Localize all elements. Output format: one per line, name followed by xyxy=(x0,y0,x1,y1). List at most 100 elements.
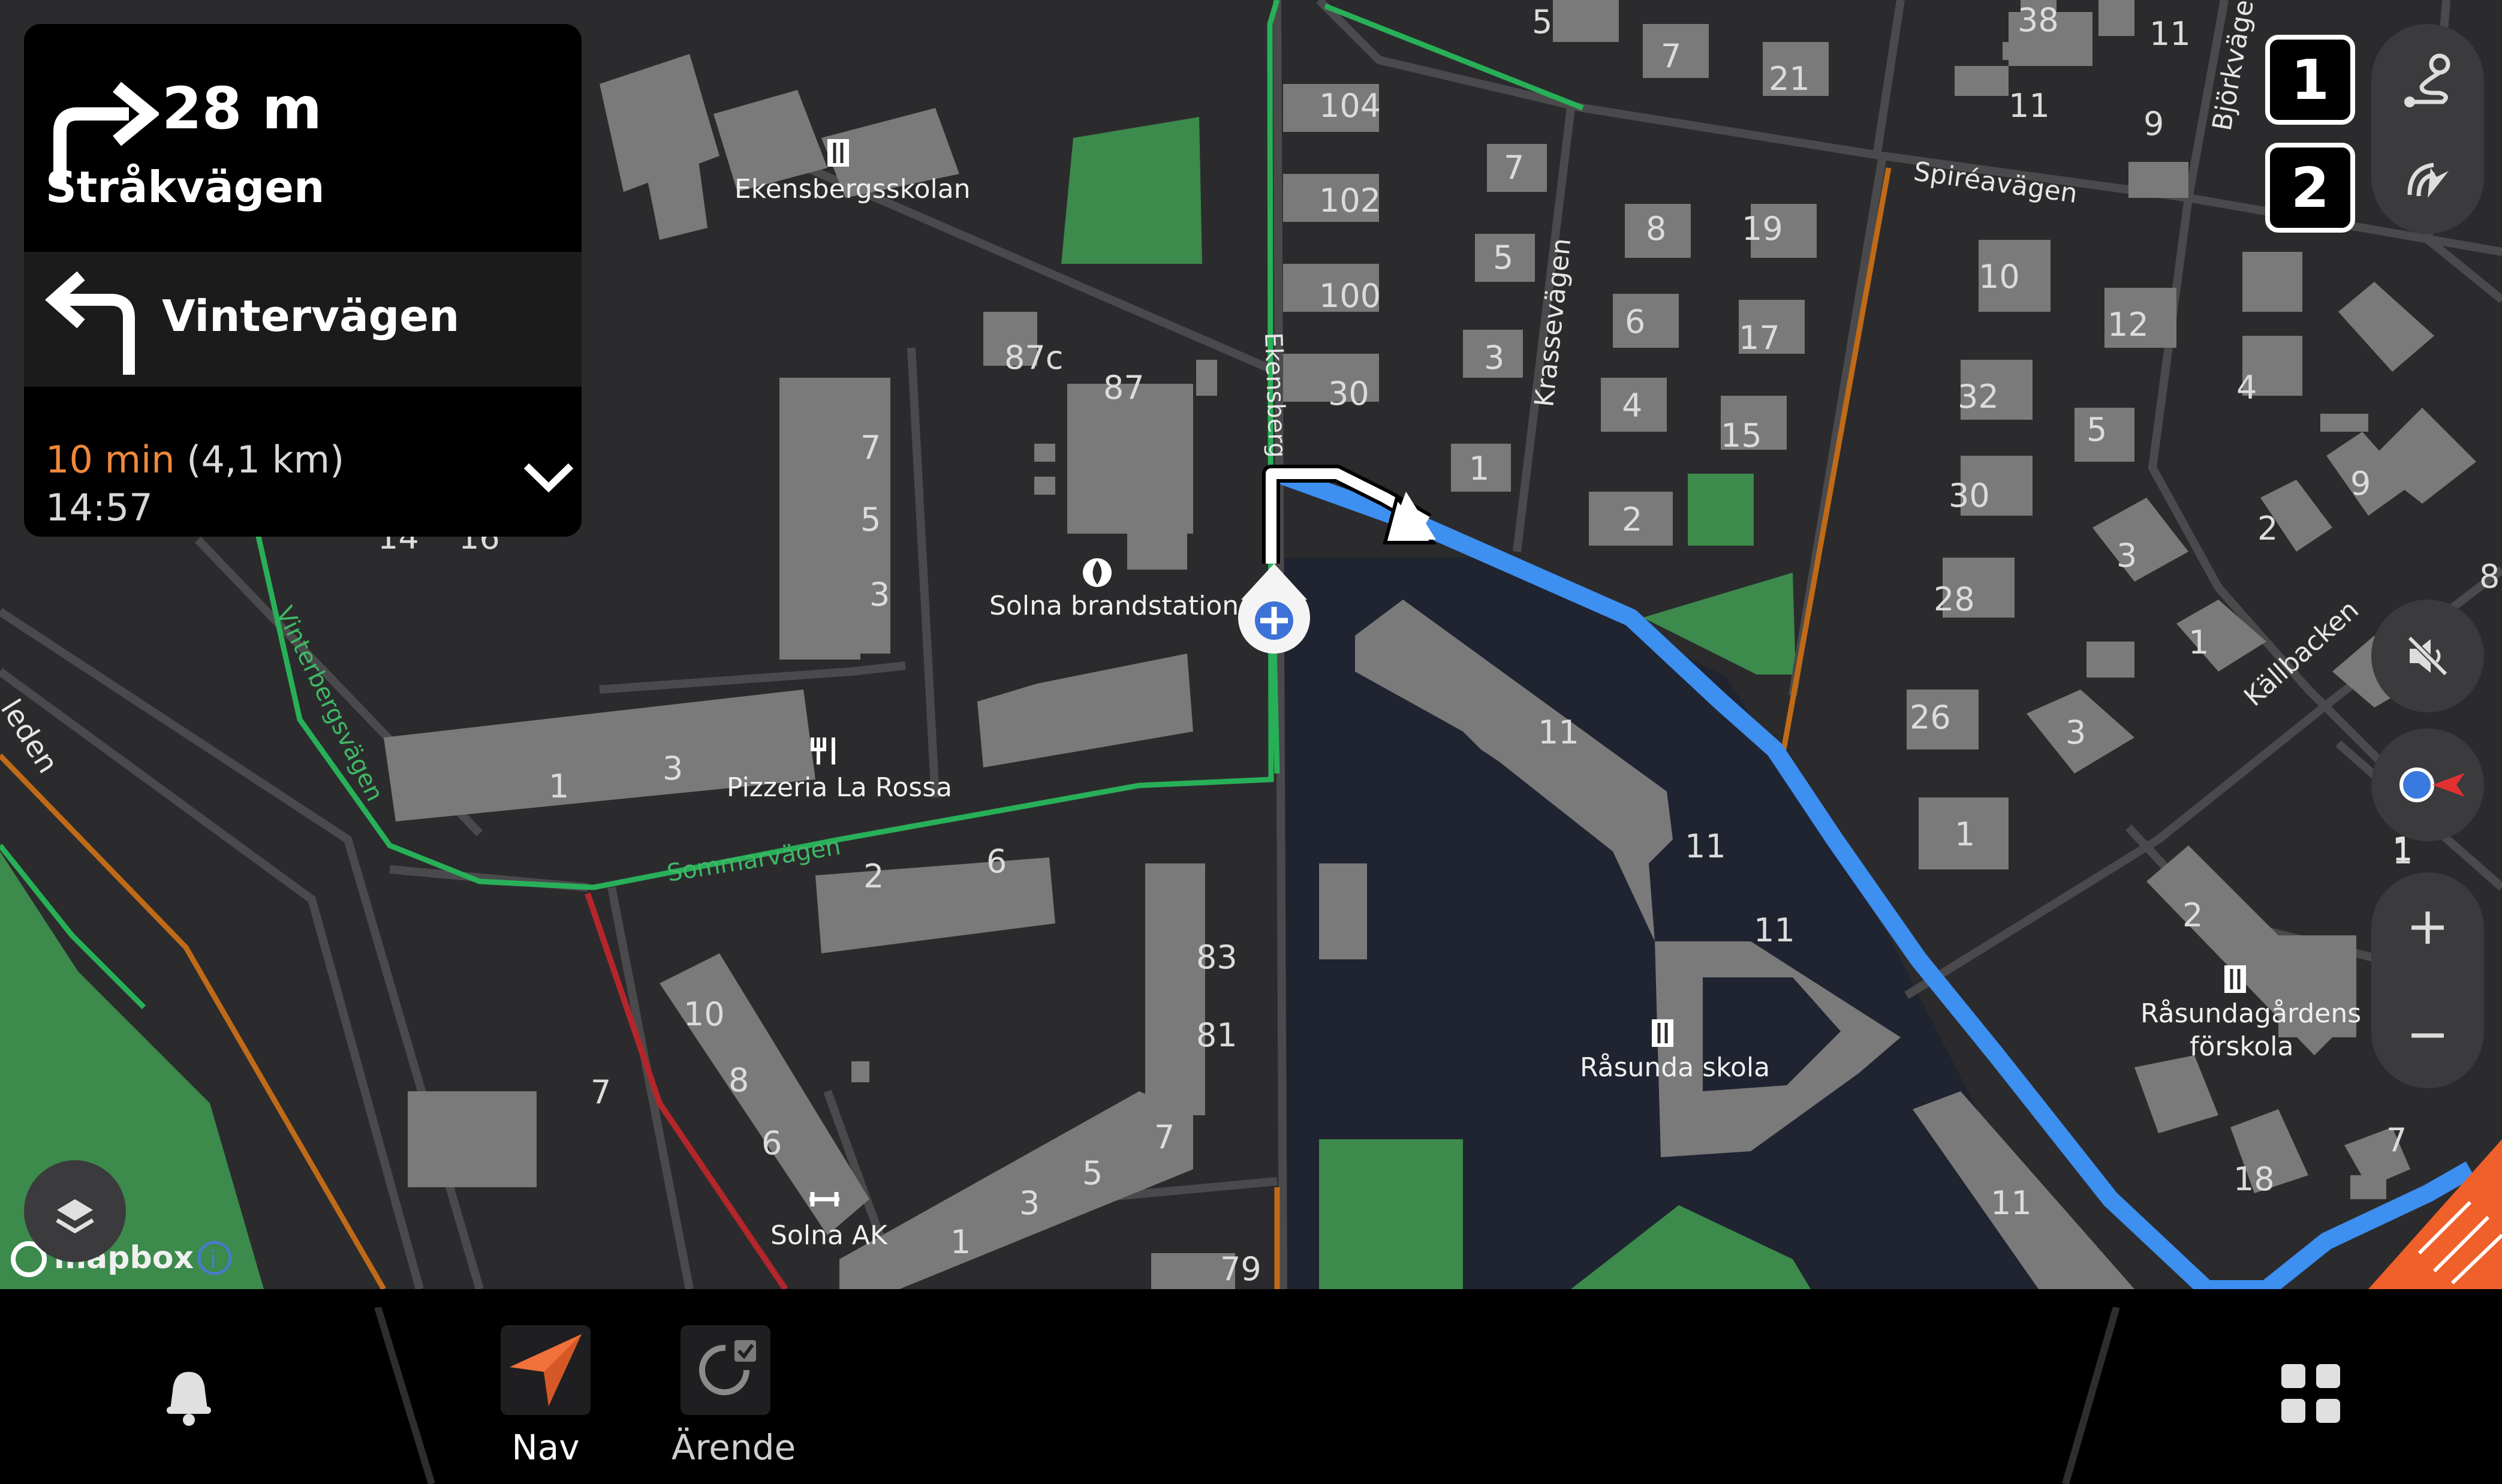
house-number: 1 xyxy=(1955,815,1975,853)
bottom-divider-left xyxy=(374,1307,435,1484)
house-number: 30 xyxy=(1328,375,1369,413)
eta-line: 10 min (4,1 km) xyxy=(46,438,344,481)
house-number: 6 xyxy=(1625,303,1645,341)
mute-button[interactable] xyxy=(2371,600,2484,712)
house-number: 87 xyxy=(1103,369,1145,407)
house-number: 2 xyxy=(863,857,884,895)
house-number: 28 xyxy=(1934,580,1975,618)
trip-summary[interactable]: 10 min (4,1 km) 14:57 xyxy=(24,387,582,537)
info-icon-label: i xyxy=(210,1247,216,1274)
house-number: 19 xyxy=(1742,210,1783,248)
house-number: 6 xyxy=(761,1124,782,1162)
poi-rasundagardens-2: förskola xyxy=(2190,1031,2293,1062)
house-number: 102 xyxy=(1319,182,1381,219)
house-number: 3 xyxy=(663,749,683,787)
house-number: 10 xyxy=(1979,258,2020,296)
house-number: 6 xyxy=(986,842,1007,880)
house-number: 3 xyxy=(1484,339,1504,377)
house-number: 5 xyxy=(860,501,881,538)
turn-left-arrow-icon xyxy=(44,271,135,375)
house-number: 104 xyxy=(1319,87,1381,125)
app-grid-icon[interactable] xyxy=(2278,1361,2344,1427)
house-number: 79 xyxy=(1220,1250,1261,1288)
poi-rasunda-skola: Råsunda skola xyxy=(1580,1052,1770,1083)
house-number: 8 xyxy=(1646,210,1666,248)
compass-button[interactable] xyxy=(2371,729,2484,841)
compass-value: 1 xyxy=(2392,830,2413,868)
house-number: 26 xyxy=(1910,699,1951,736)
house-number: 15 xyxy=(1721,417,1762,454)
poi-rasundagardens-1: Råsundagårdens xyxy=(2140,998,2361,1029)
house-number: 1 xyxy=(1469,450,1489,487)
house-number: 30 xyxy=(1949,477,1990,514)
house-number: 7 xyxy=(1504,149,1524,186)
house-number: 2 xyxy=(1622,501,1642,538)
house-number: 7 xyxy=(591,1073,611,1111)
house-number: 5 xyxy=(1082,1154,1103,1192)
house-number: 11 xyxy=(1991,1184,2032,1222)
house-number: 17 xyxy=(1739,319,1780,357)
poi-school-icon xyxy=(827,139,849,167)
bell-icon[interactable] xyxy=(162,1367,216,1427)
turn-instruction-panel[interactable]: 28 m Stråkvägen Vintervägen 10 min (4,1 … xyxy=(24,24,582,537)
arende-tab[interactable]: Ärende xyxy=(672,1325,796,1468)
poi-solna-ak: Solna AK xyxy=(770,1220,888,1251)
house-number: 87c xyxy=(1004,339,1063,377)
compass-icon xyxy=(2399,767,2465,802)
route-preview-icon[interactable] xyxy=(2398,153,2458,213)
bottom-divider-right xyxy=(2062,1307,2120,1484)
fire-icon xyxy=(1083,558,1112,587)
poi-solna-brandstation: Solna brandstation xyxy=(989,591,1239,621)
house-number: 21 xyxy=(1769,60,1810,98)
house-number: 2 xyxy=(2257,510,2278,547)
zoom-out-button[interactable]: − xyxy=(2371,980,2484,1088)
house-number: 11 xyxy=(2009,87,2050,125)
layers-button[interactable] xyxy=(24,1160,126,1262)
house-number: 5 xyxy=(1532,3,1552,41)
house-number: 81 xyxy=(1196,1016,1238,1054)
next-maneuver-street: Vintervägen xyxy=(162,291,460,341)
house-number: 3 xyxy=(869,576,890,613)
house-number: 5 xyxy=(1493,239,1513,276)
maneuver-distance: 28 m xyxy=(162,75,323,142)
house-number: 4 xyxy=(1622,387,1642,425)
chevron-down-icon[interactable] xyxy=(522,459,576,495)
house-number: 3 xyxy=(1019,1184,1040,1222)
house-number: 1 xyxy=(2188,624,2209,661)
poi-school-icon-3 xyxy=(2224,965,2246,993)
task-refresh-icon xyxy=(699,1340,756,1395)
house-number: 11 xyxy=(1538,714,1579,751)
house-number: 3 xyxy=(2066,714,2086,751)
nav-tab[interactable]: Nav xyxy=(498,1325,594,1468)
house-number: 12 xyxy=(2107,306,2149,344)
house-number: 10 xyxy=(684,995,725,1033)
primary-maneuver: 28 m Stråkvägen xyxy=(24,24,582,252)
house-number: 9 xyxy=(2143,105,2164,143)
route-controls xyxy=(2371,24,2484,234)
house-number: 11 xyxy=(2149,15,2191,53)
house-number: 1 xyxy=(549,767,569,805)
house-number: 2 xyxy=(2182,896,2203,934)
house-number: 3 xyxy=(2116,537,2137,574)
house-number: 9 xyxy=(2350,465,2371,502)
house-number: 100 xyxy=(1319,277,1381,315)
arrival-time: 14:57 xyxy=(46,486,153,529)
house-number: 38 xyxy=(2018,1,2059,39)
poi-school-icon-2 xyxy=(1652,1019,1673,1047)
next-maneuver: Vintervägen xyxy=(24,252,582,387)
eta-distance: (4,1 km) xyxy=(186,438,345,481)
house-number: 83 xyxy=(1196,938,1238,976)
route-overview-icon[interactable] xyxy=(2398,51,2458,111)
zoom-in-button[interactable]: + xyxy=(2371,872,2484,980)
poi-ekensbergsskolan: Ekensbergsskolan xyxy=(734,174,971,204)
badge-1: 1 xyxy=(2265,35,2355,125)
eta-duration: 10 min xyxy=(46,438,175,481)
house-number: 7 xyxy=(2386,1121,2407,1159)
house-number: 8 xyxy=(728,1061,749,1099)
house-number: 32 xyxy=(1958,378,1999,416)
house-number: 7 xyxy=(860,429,881,466)
house-number: 1 xyxy=(950,1223,971,1261)
navigation-arrow-icon xyxy=(510,1334,582,1406)
arende-label: Ärende xyxy=(672,1427,796,1468)
badge-2: 2 xyxy=(2265,143,2355,233)
